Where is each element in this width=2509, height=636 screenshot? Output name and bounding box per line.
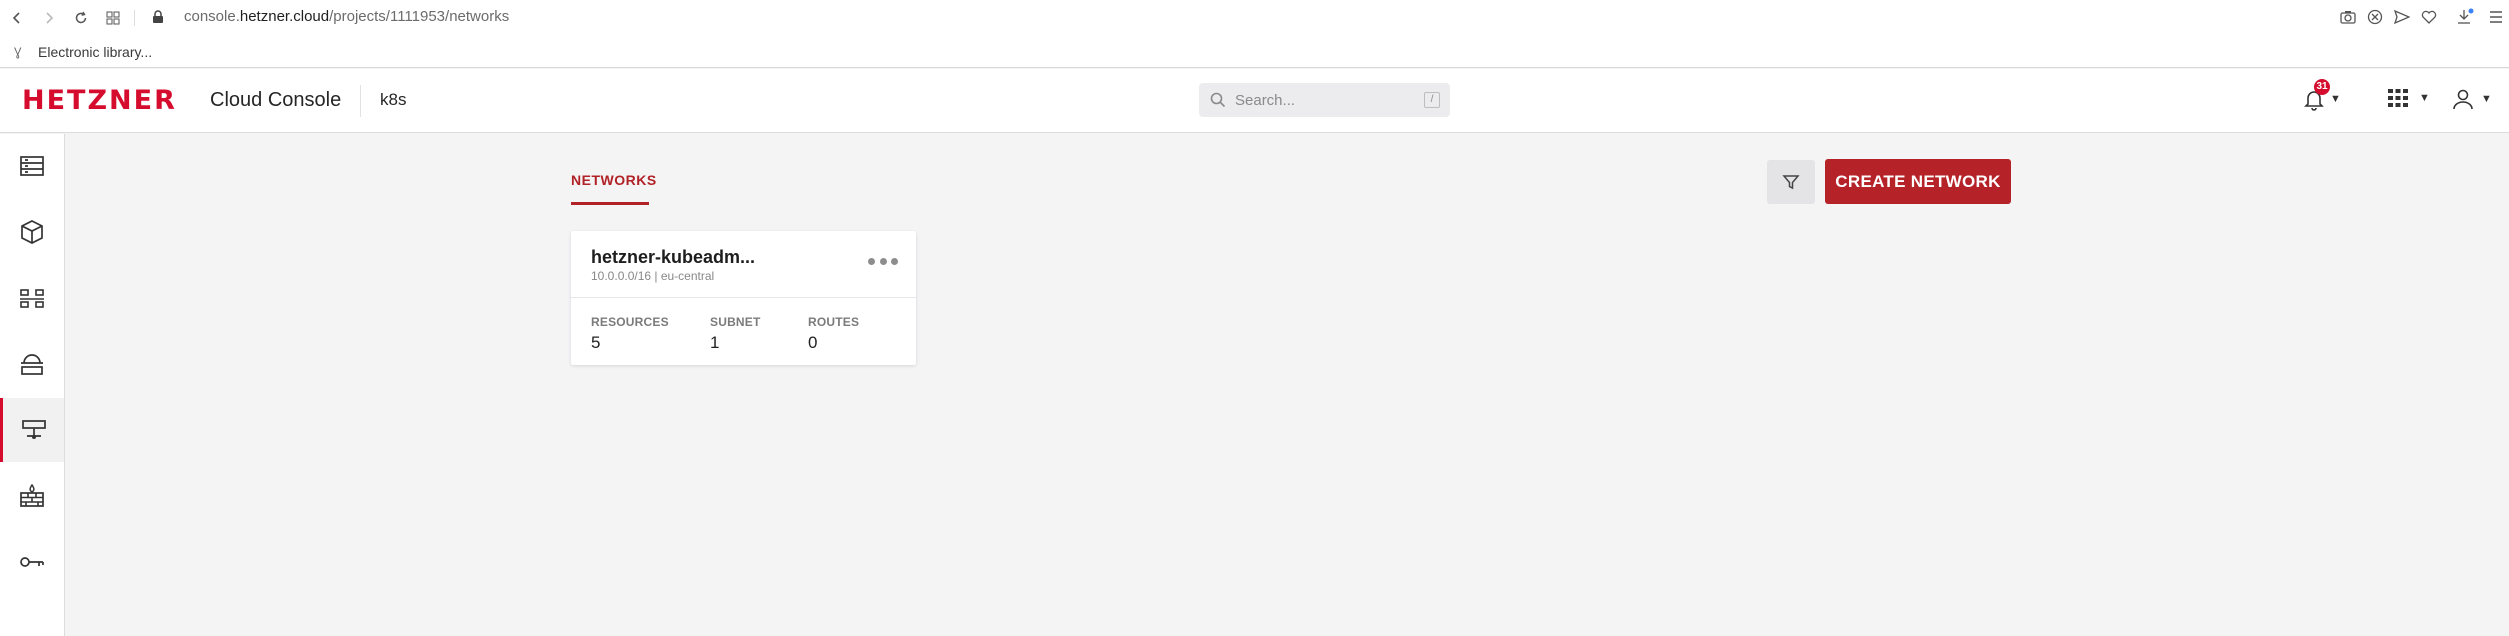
sidebar-item-security[interactable] bbox=[0, 530, 64, 594]
hetzner-logo[interactable]: HETZNER bbox=[22, 85, 177, 116]
search-icon bbox=[1210, 92, 1226, 108]
sidebar-item-volumes[interactable] bbox=[0, 200, 64, 264]
volumes-icon bbox=[21, 220, 43, 244]
sidebar-item-servers[interactable] bbox=[0, 134, 64, 198]
block-icon[interactable] bbox=[2367, 9, 2383, 30]
reload-icon[interactable] bbox=[70, 7, 92, 29]
create-network-button[interactable]: CREATE NETWORK bbox=[1825, 159, 2011, 204]
user-icon bbox=[2453, 89, 2473, 110]
browser-toolbar: console.hetzner.cloud/projects/1111953/n… bbox=[0, 0, 2509, 36]
bookmark-electronic-library[interactable]: Electronic library... bbox=[38, 44, 152, 60]
project-name[interactable]: k8s bbox=[380, 90, 406, 110]
heart-icon[interactable] bbox=[2421, 9, 2437, 30]
stat-resources: RESOURCES 5 bbox=[591, 315, 669, 353]
notifications-button[interactable]: 31 ▼ bbox=[2302, 79, 2341, 111]
load-balancers-icon bbox=[20, 289, 44, 308]
stat-value: 0 bbox=[808, 333, 818, 352]
apps-menu-button[interactable]: ▼ bbox=[2387, 87, 2430, 109]
filter-icon bbox=[1782, 175, 1800, 190]
stat-routes: ROUTES 0 bbox=[808, 315, 859, 353]
apps-grid-icon bbox=[2388, 89, 2408, 107]
stat-subnet: SUBNET 1 bbox=[710, 315, 761, 353]
download-icon[interactable] bbox=[2456, 8, 2474, 31]
notification-badge: 31 bbox=[2314, 79, 2330, 95]
chevron-down-icon: ▼ bbox=[2481, 93, 2492, 105]
floating-ips-icon bbox=[21, 354, 43, 375]
chevron-down-icon: ▼ bbox=[2419, 92, 2430, 104]
stat-value: 1 bbox=[710, 333, 720, 352]
stat-value: 5 bbox=[591, 333, 601, 352]
network-card[interactable]: hetzner-kubeadm... 10.0.0.0/16 | eu-cent… bbox=[571, 231, 916, 365]
servers-icon bbox=[20, 156, 44, 176]
tab-active-indicator bbox=[571, 202, 649, 205]
stat-label: SUBNET bbox=[710, 315, 761, 329]
bookmarks-bar: Ɣ Electronic library... bbox=[0, 36, 2509, 68]
network-card-header: hetzner-kubeadm... 10.0.0.0/16 | eu-cent… bbox=[571, 231, 916, 298]
lock-icon bbox=[152, 10, 164, 29]
user-menu-button[interactable]: ▼ bbox=[2451, 87, 2492, 111]
header-divider bbox=[360, 85, 361, 117]
network-name[interactable]: hetzner-kubeadm... bbox=[591, 247, 755, 268]
search-input[interactable] bbox=[1235, 89, 1405, 111]
send-icon[interactable] bbox=[2393, 9, 2411, 30]
address-bar[interactable]: console.hetzner.cloud/projects/1111953/n… bbox=[184, 8, 509, 25]
sidebar-item-floating-ips[interactable] bbox=[0, 332, 64, 396]
tab-grid-icon[interactable] bbox=[102, 7, 124, 29]
stat-label: RESOURCES bbox=[591, 315, 669, 329]
tab-networks[interactable]: NETWORKS bbox=[571, 172, 657, 188]
stat-label: ROUTES bbox=[808, 315, 860, 329]
networks-icon bbox=[21, 420, 46, 439]
firewalls-icon bbox=[20, 483, 44, 507]
forward-icon[interactable] bbox=[38, 7, 60, 29]
network-subtitle: 10.0.0.0/16 | eu-central bbox=[591, 269, 715, 283]
sidebar-item-firewalls[interactable] bbox=[0, 464, 64, 528]
camera-icon[interactable] bbox=[2340, 9, 2356, 30]
console-title[interactable]: Cloud Console bbox=[210, 89, 341, 112]
back-icon[interactable] bbox=[6, 7, 28, 29]
chevron-down-icon: ▼ bbox=[2330, 93, 2341, 105]
sidebar-item-networks[interactable] bbox=[0, 398, 64, 462]
filter-button[interactable] bbox=[1767, 160, 1815, 204]
more-options-icon[interactable] bbox=[868, 255, 898, 267]
key-icon bbox=[20, 557, 44, 567]
bookmark-icon: Ɣ bbox=[14, 44, 22, 59]
sidebar bbox=[0, 134, 65, 636]
app-header: HETZNER Cloud Console k8s / 31 ▼ ▼ ▼ bbox=[0, 69, 2509, 133]
sidebar-item-load-balancers[interactable] bbox=[0, 266, 64, 330]
menu-icon[interactable] bbox=[2489, 9, 2503, 30]
search-field[interactable]: / bbox=[1199, 83, 1450, 117]
search-shortcut-hint: / bbox=[1424, 92, 1440, 108]
